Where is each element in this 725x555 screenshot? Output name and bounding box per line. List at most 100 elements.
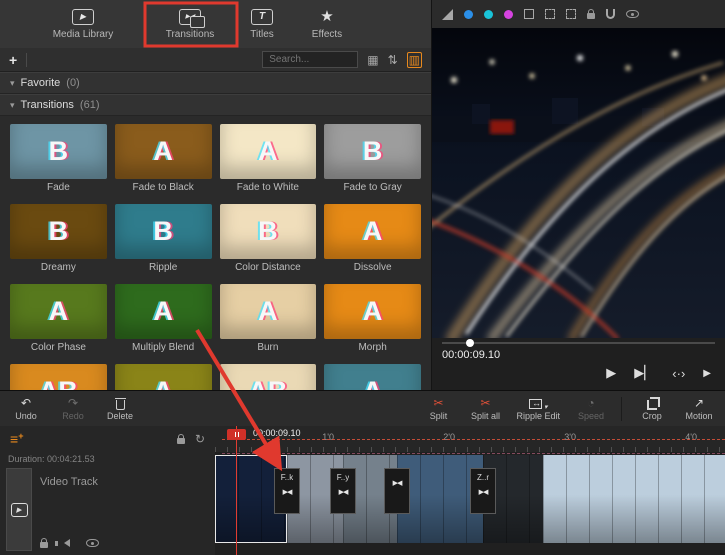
transition-thumbnail[interactable]: A [115, 364, 212, 390]
timeline-lock-icon[interactable] [177, 438, 185, 444]
transition-name: Fade to Black [115, 182, 212, 194]
transitions-grid: B Fade A Fade to Black A Fade to White [0, 116, 431, 390]
transition-thumbnail[interactable]: B [115, 204, 212, 259]
split-all-button[interactable]: ✂ Split all [469, 397, 501, 421]
tab-media-library[interactable]: ▶ Media Library [45, 9, 121, 40]
timeline-clip[interactable]: F..k ▶◀ [215, 455, 287, 543]
transition-thumbnail[interactable]: A [324, 364, 421, 390]
delete-button[interactable]: Delete [104, 397, 136, 421]
ripple-edit-button[interactable]: ▾ Ripple Edit [516, 397, 560, 421]
transition-thumbnail[interactable]: A [324, 204, 421, 259]
project-duration: Duration: 00:04:21.53 [6, 452, 215, 468]
snap-icon[interactable] [606, 9, 615, 19]
transition-thumbnail[interactable]: A [10, 284, 107, 339]
cyan-marker-dot-icon[interactable] [484, 10, 493, 19]
tab-effects[interactable]: ★ Effects [299, 9, 355, 40]
favorite-section-header[interactable]: ▾ Favorite (0) [0, 72, 431, 94]
timeline-transition-badge[interactable]: ▶◀ [384, 468, 410, 514]
transition-tile[interactable]: A Color Phase [10, 284, 107, 354]
divider [26, 53, 27, 67]
transition-tile[interactable]: A Morph [324, 284, 421, 354]
transition-tile[interactable]: A Fade to Black [115, 124, 212, 194]
track-lock-icon[interactable] [40, 542, 48, 548]
transition-tile[interactable]: A [324, 364, 421, 390]
track-visibility-icon[interactable] [86, 539, 99, 547]
preview-toolbar [432, 0, 725, 28]
chevron-down-icon: ▾ [10, 78, 15, 89]
transition-tile[interactable]: A Dissolve [324, 204, 421, 274]
transition-thumbnail[interactable]: A [220, 284, 317, 339]
grid-view-icon[interactable]: ▦ [367, 53, 378, 67]
tab-titles[interactable]: T Titles [235, 9, 289, 40]
split-button[interactable]: ✂ Split [422, 397, 454, 421]
favorite-label: Favorite [21, 77, 61, 89]
sort-icon[interactable]: ⇅ [388, 53, 398, 67]
transition-letter: A [363, 296, 383, 327]
eye-icon[interactable] [626, 10, 639, 18]
transition-thumbnail[interactable]: AB [10, 364, 107, 390]
favorite-count: (0) [66, 77, 79, 89]
timeline-transition-badge[interactable]: Z..r ▶◀ [470, 468, 496, 514]
preview-scrubber[interactable] [442, 338, 715, 348]
transition-tile[interactable]: B Dreamy [10, 204, 107, 274]
select-tool-icon[interactable] [524, 9, 534, 19]
transition-thumbnail[interactable]: B [220, 204, 317, 259]
media-library-icon: ▶ [72, 9, 94, 25]
transition-tile[interactable]: A Burn [220, 284, 317, 354]
transition-thumbnail[interactable]: A [115, 284, 212, 339]
add-favorite-button[interactable]: + [9, 52, 17, 68]
transition-thumbnail[interactable]: A [220, 124, 317, 179]
transition-label: F..k [281, 473, 293, 482]
transition-thumbnail[interactable]: B [10, 124, 107, 179]
transition-tile[interactable]: A Multiply Blend [115, 284, 212, 354]
timeline-transition-badge[interactable]: F..y ▶◀ [330, 468, 356, 514]
timeline-transition-badge[interactable]: F..k ▶◀ [274, 468, 300, 514]
transition-tile[interactable]: A Fade to White [220, 124, 317, 194]
transition-tile[interactable]: B Ripple [115, 204, 212, 274]
transitions-section-header[interactable]: ▾ Transitions (61) [0, 94, 431, 116]
search-input[interactable] [262, 51, 358, 68]
undo-label: Undo [15, 411, 37, 421]
transition-thumbnail[interactable]: B [324, 124, 421, 179]
magenta-marker-dot-icon[interactable] [504, 10, 513, 19]
transition-tile[interactable]: AB [10, 364, 107, 390]
play-segment-button[interactable]: ▶ [703, 368, 711, 379]
step-forward-button[interactable]: ▶▏ [634, 365, 654, 381]
redo-button[interactable]: ↷ Redo [57, 397, 89, 421]
panel-toggle-icon[interactable]: ▥ [407, 52, 422, 68]
transition-thumbnail[interactable]: B [10, 204, 107, 259]
trim-end-icon[interactable] [566, 9, 576, 19]
tab-transitions[interactable]: ▶◀ Transitions [149, 9, 231, 40]
timeline-clip[interactable]: ▶◀ [543, 455, 725, 543]
scrubber-handle[interactable] [466, 339, 474, 347]
motion-button[interactable]: ↗ Motion [683, 397, 715, 421]
transition-tile[interactable]: A [115, 364, 212, 390]
marker-range-button[interactable]: ‹·› [672, 366, 685, 381]
transition-tile[interactable]: B Fade [10, 124, 107, 194]
video-track-type-button[interactable]: ▶ [6, 468, 32, 551]
redo-label: Redo [62, 411, 84, 421]
scrubber-track[interactable] [442, 342, 715, 344]
transition-tile[interactable]: B Fade to Gray [324, 124, 421, 194]
trim-start-icon[interactable] [545, 9, 555, 19]
motion-icon: ↗ [694, 397, 704, 410]
speed-button[interactable]: ◔ Speed [575, 397, 607, 421]
transition-letter: B [258, 216, 278, 247]
transition-thumbnail[interactable]: AB [220, 364, 317, 390]
play-button[interactable]: ▶ [606, 365, 616, 381]
lock-icon[interactable] [587, 13, 595, 19]
transition-tile[interactable]: B Color Distance [220, 204, 317, 274]
redo-icon: ↷ [68, 397, 78, 410]
transition-thumbnail[interactable]: A [115, 124, 212, 179]
track-mute-icon[interactable] [64, 539, 70, 547]
add-track-button[interactable]: ≡+ [10, 431, 23, 447]
undo-button[interactable]: ↶ Undo [10, 397, 42, 421]
ruler-tool-icon[interactable] [442, 9, 453, 20]
loop-icon[interactable]: ↻ [195, 432, 205, 446]
transition-tile[interactable]: AB [220, 364, 317, 390]
transition-thumbnail[interactable]: A [324, 284, 421, 339]
blue-marker-dot-icon[interactable] [464, 10, 473, 19]
crop-button[interactable]: Crop [636, 397, 668, 421]
playhead-grip[interactable] [227, 429, 246, 440]
video-track-lane[interactable]: F..k ▶◀ F..y ▶◀ ▶◀ [215, 452, 725, 555]
